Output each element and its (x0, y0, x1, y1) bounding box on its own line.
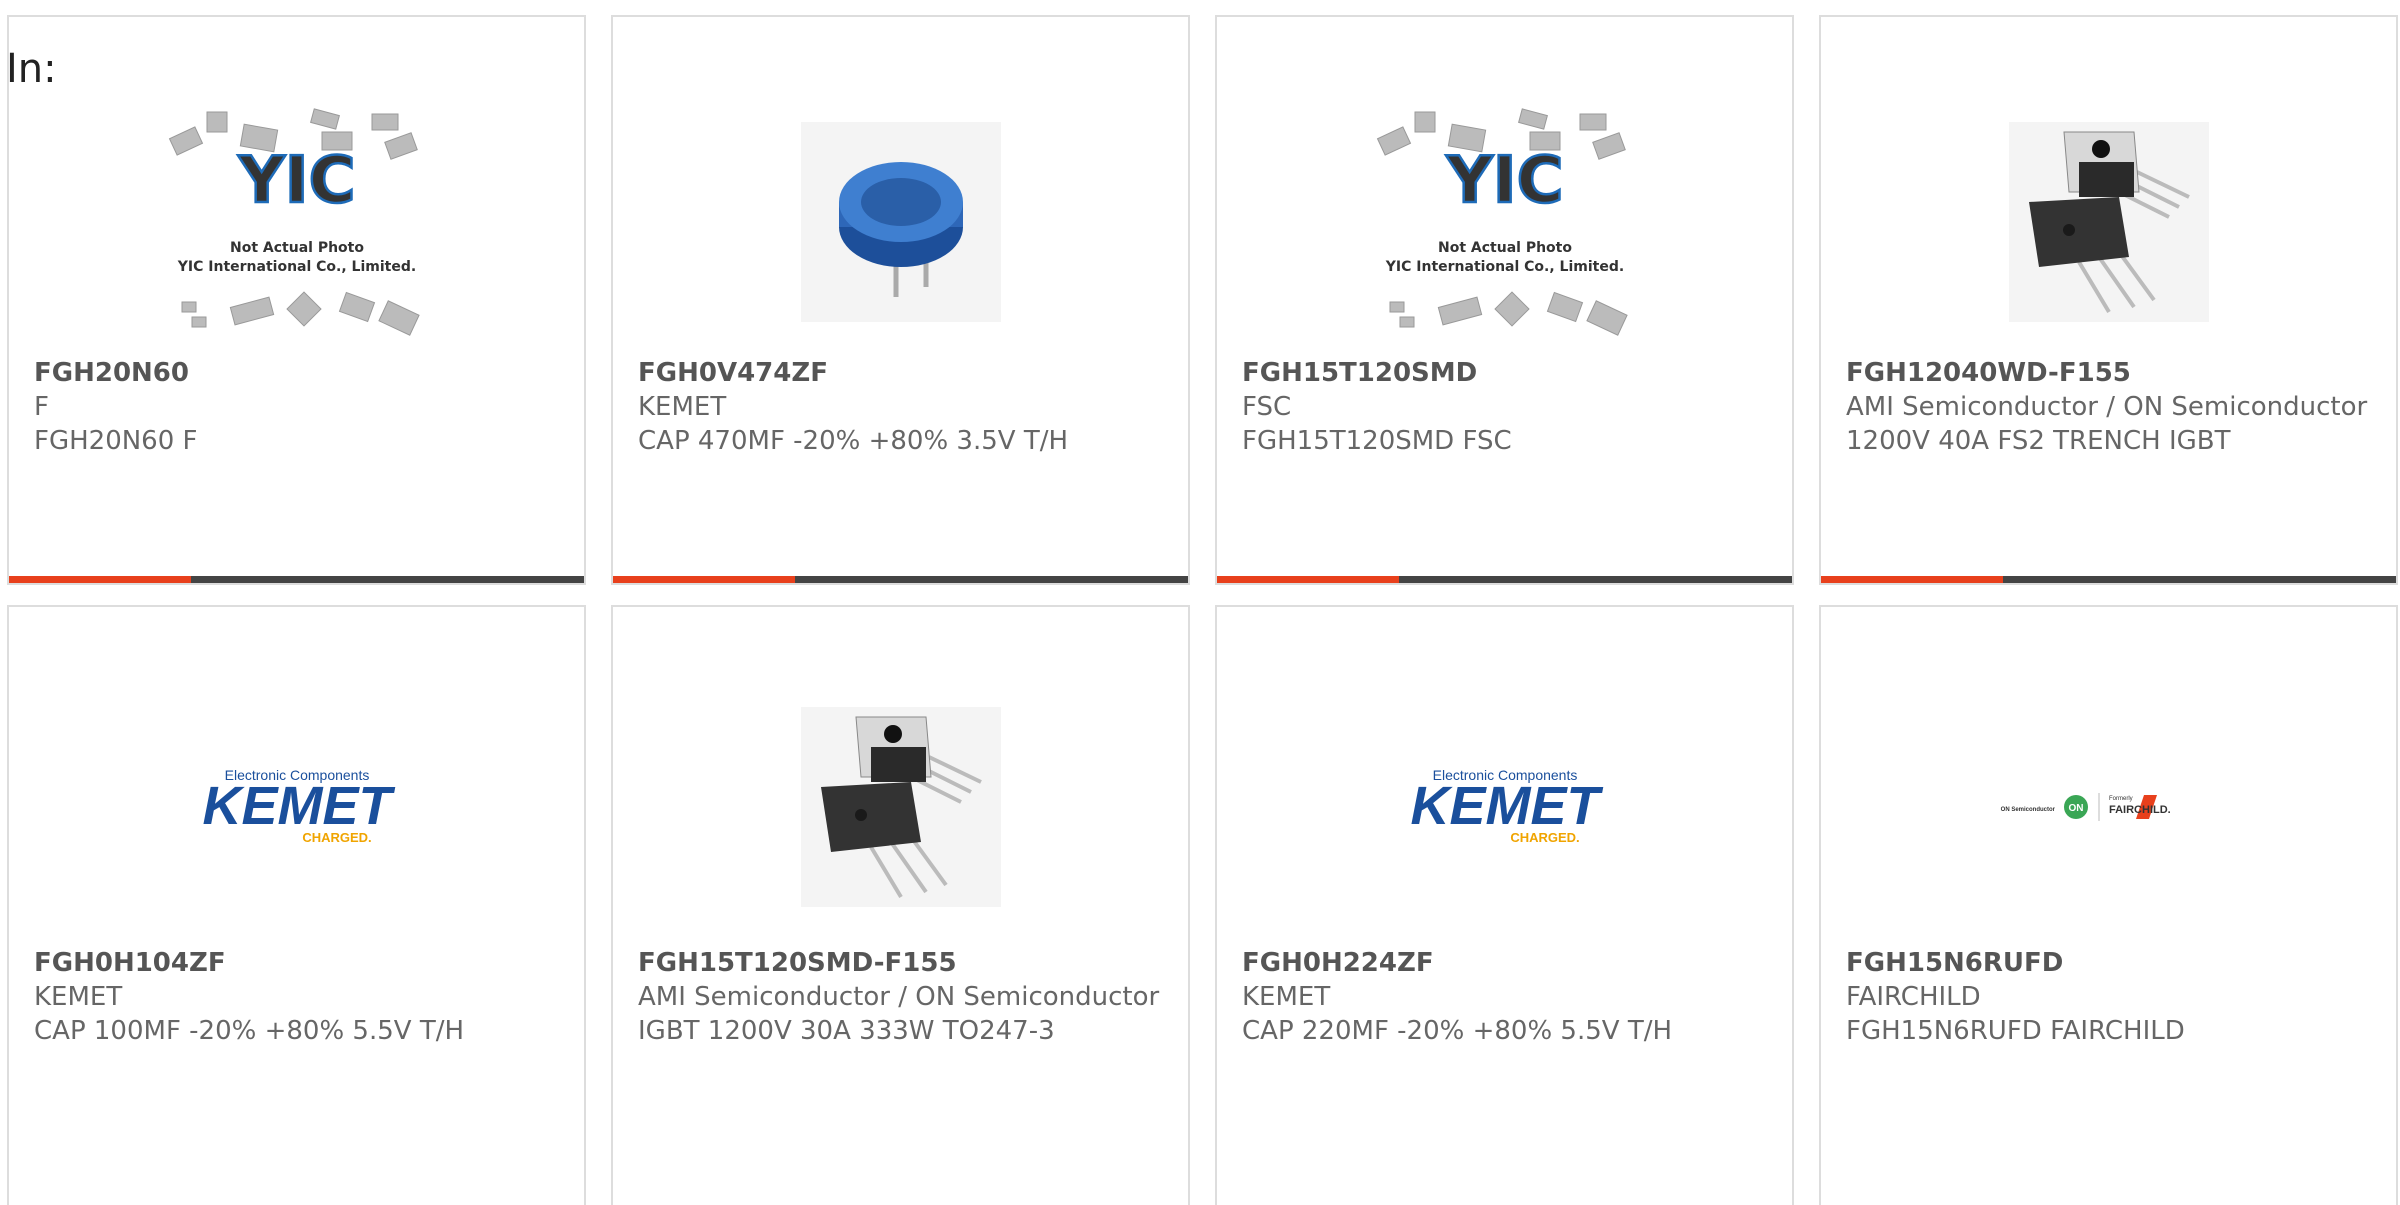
product-card[interactable]: FGH12040WD-F155 AMI Semiconductor / ON S… (1819, 15, 2398, 585)
product-info: FGH15T120SMD FSC FGH15T120SMD FSC (1242, 356, 1772, 458)
kemet-brand: KEMET (1410, 776, 1603, 836)
product-part-number[interactable]: FGH15N6RUFD (1846, 946, 2376, 980)
to247-package-image (800, 707, 1001, 907)
placeholder-image: YIC Not Actual Photo YIC International C… (168, 108, 420, 336)
product-manufacturer: AMI Semiconductor / ON Semiconductor (1846, 392, 2368, 422)
svg-text:ON: ON (2068, 803, 2083, 814)
kemet-sub: CHARGED. (1510, 830, 1579, 845)
placeholder-line1: Not Actual Photo (1438, 240, 1572, 256)
product-info: FGH0H104ZF KEMET CAP 100MF -20% +80% 5.5… (34, 946, 564, 1048)
placeholder-line2: YIC International Co., Limited. (176, 259, 415, 275)
product-manufacturer: KEMET (638, 392, 727, 422)
product-part-number[interactable]: FGH20N60 (34, 356, 564, 390)
onsemi-fairchild-logo: ON Semiconductor ON Formerly FAIRCHILD. (2000, 793, 2171, 821)
product-description: CAP 100MF -20% +80% 5.5V T/H (34, 1016, 465, 1046)
product-image: ON Semiconductor ON Formerly FAIRCHILD. (1821, 677, 2396, 937)
product-description: FGH15N6RUFD FAIRCHILD (1846, 1016, 2185, 1046)
yic-logo: YIC (237, 144, 355, 218)
product-part-number[interactable]: FGH0H224ZF (1242, 946, 1772, 980)
product-part-number[interactable]: FGH15T120SMD (1242, 356, 1772, 390)
product-description: CAP 470MF -20% +80% 3.5V T/H (638, 426, 1069, 456)
product-manufacturer: FSC (1242, 392, 1292, 422)
fairchild-brand: FAIRCHILD. (2109, 804, 2171, 816)
product-manufacturer: KEMET (1242, 982, 1331, 1012)
product-info: FGH0V474ZF KEMET CAP 470MF -20% +80% 3.5… (638, 356, 1168, 458)
formerly-text: Formerly (2109, 796, 2133, 802)
kemet-sub: CHARGED. (302, 830, 371, 845)
product-card[interactable]: YIC Not Actual Photo YIC International C… (7, 15, 586, 585)
product-part-number[interactable]: FGH0H104ZF (34, 946, 564, 980)
product-info: FGH15N6RUFD FAIRCHILD FGH15N6RUFD FAIRCH… (1846, 946, 2376, 1048)
card-accent-bar (1821, 576, 2396, 583)
product-manufacturer: AMI Semiconductor / ON Semiconductor (638, 982, 1160, 1012)
product-info: FGH20N60 F FGH20N60 F (34, 356, 564, 458)
product-info: FGH12040WD-F155 AMI Semiconductor / ON S… (1846, 356, 2376, 458)
card-accent-bar (613, 576, 1188, 583)
product-description: FGH20N60 F (34, 426, 198, 456)
to247-package-image (2008, 122, 2209, 322)
product-image (1821, 87, 2396, 357)
product-part-number[interactable]: FGH12040WD-F155 (1846, 356, 2376, 390)
product-description: FGH15T120SMD FSC (1242, 426, 1512, 456)
product-card[interactable]: FGH15T120SMD-F155 AMI Semiconductor / ON… (611, 605, 1190, 1205)
in-label: In: (6, 46, 57, 92)
kemet-logo: Electronic Components KEMET CHARGED. (202, 767, 395, 845)
product-grid: YIC Not Actual Photo YIC International C… (0, 0, 2400, 1205)
product-image: Electronic Components KEMET CHARGED. (1217, 677, 1792, 937)
product-card[interactable]: FGH0V474ZF KEMET CAP 470MF -20% +80% 3.5… (611, 15, 1190, 585)
product-manufacturer: F (34, 392, 49, 422)
product-manufacturer: KEMET (34, 982, 123, 1012)
product-info: FGH15T120SMD-F155 AMI Semiconductor / ON… (638, 946, 1168, 1048)
placeholder-image: YIC Not Actual Photo YIC International C… (1376, 108, 1628, 336)
product-image (613, 677, 1188, 937)
card-accent-bar (9, 576, 584, 583)
product-image: YIC Not Actual Photo YIC International C… (1217, 87, 1792, 357)
supercapacitor-image (800, 122, 1001, 322)
product-part-number[interactable]: FGH15T120SMD-F155 (638, 946, 1168, 980)
product-card[interactable]: Electronic Components KEMET CHARGED. FGH… (1215, 605, 1794, 1205)
card-accent-bar (1217, 576, 1792, 583)
kemet-logo: Electronic Components KEMET CHARGED. (1410, 767, 1603, 845)
product-card[interactable]: Electronic Components KEMET CHARGED. FGH… (7, 605, 586, 1205)
product-card[interactable]: YIC Not Actual Photo YIC International C… (1215, 15, 1794, 585)
product-description: IGBT 1200V 30A 333W TO247-3 (638, 1016, 1055, 1046)
product-info: FGH0H224ZF KEMET CAP 220MF -20% +80% 5.5… (1242, 946, 1772, 1048)
product-manufacturer: FAIRCHILD (1846, 982, 1981, 1012)
product-part-number[interactable]: FGH0V474ZF (638, 356, 1168, 390)
placeholder-line2: YIC International Co., Limited. (1384, 259, 1623, 275)
product-image: Electronic Components KEMET CHARGED. (9, 677, 584, 937)
kemet-brand: KEMET (202, 776, 395, 836)
product-image: YIC Not Actual Photo YIC International C… (9, 87, 584, 357)
yic-logo: YIC (1445, 144, 1563, 218)
product-description: 1200V 40A FS2 TRENCH IGBT (1846, 426, 2231, 456)
placeholder-line1: Not Actual Photo (230, 240, 364, 256)
product-card[interactable]: ON Semiconductor ON Formerly FAIRCHILD. … (1819, 605, 2398, 1205)
product-image (613, 87, 1188, 357)
product-description: CAP 220MF -20% +80% 5.5V T/H (1242, 1016, 1673, 1046)
onsemi-text: ON Semiconductor (2000, 807, 2055, 813)
